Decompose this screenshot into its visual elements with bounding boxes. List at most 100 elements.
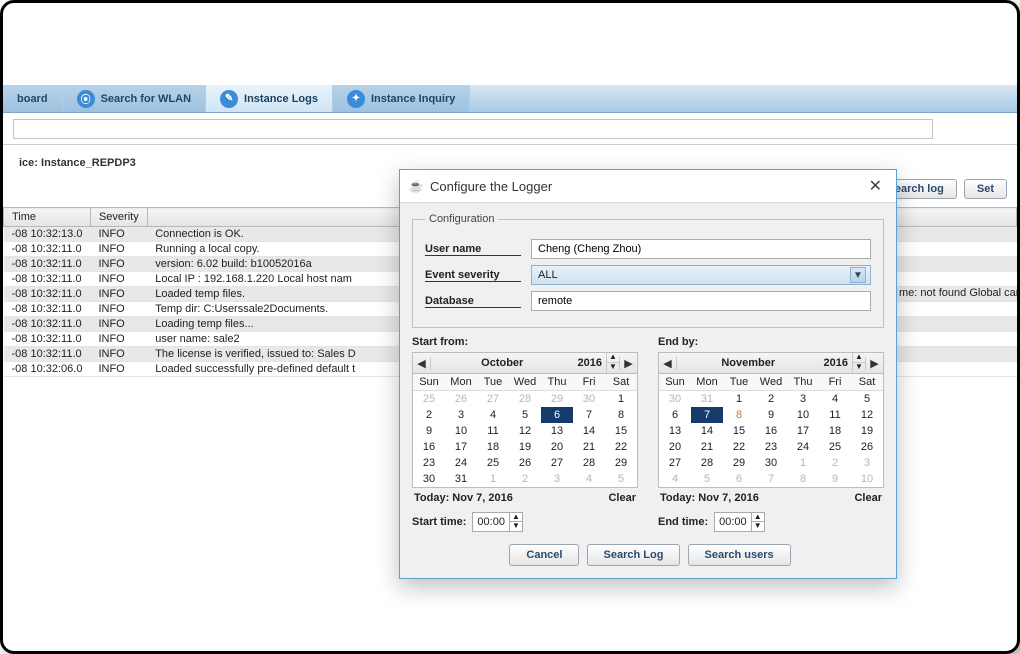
calendar-day[interactable]: 3 <box>541 471 573 487</box>
calendar-day[interactable]: 18 <box>819 423 851 439</box>
event-severity-select[interactable]: ALL ▼ <box>531 265 871 285</box>
filter-input[interactable] <box>13 119 933 139</box>
calendar-day[interactable]: 19 <box>509 439 541 455</box>
year-spinner[interactable]: ▲▼ <box>606 353 619 373</box>
calendar-day[interactable]: 2 <box>755 391 787 407</box>
prev-month-button[interactable]: ◀ <box>413 357 431 370</box>
calendar-day[interactable]: 28 <box>573 455 605 471</box>
calendar-day[interactable]: 1 <box>723 391 755 407</box>
calendar-day[interactable]: 7 <box>573 407 605 423</box>
start-time-input[interactable]: 00:00 ▲▼ <box>472 512 523 532</box>
calendar-day[interactable]: 21 <box>691 439 723 455</box>
calendar-day[interactable]: 29 <box>541 391 573 407</box>
calendar-day[interactable]: 29 <box>723 455 755 471</box>
calendar-day[interactable]: 17 <box>445 439 477 455</box>
calendar-day[interactable]: 21 <box>573 439 605 455</box>
calendar-day[interactable]: 14 <box>691 423 723 439</box>
calendar-day[interactable]: 4 <box>477 407 509 423</box>
calendar-day[interactable]: 3 <box>851 455 883 471</box>
calendar-day[interactable]: 25 <box>413 391 445 407</box>
close-icon[interactable]: ✕ <box>865 176 886 196</box>
calendar-day[interactable]: 30 <box>413 471 445 487</box>
next-month-button[interactable]: ▶ <box>619 357 637 370</box>
calendar-day[interactable]: 7 <box>755 471 787 487</box>
calendar-day[interactable]: 22 <box>723 439 755 455</box>
calendar-day[interactable]: 18 <box>477 439 509 455</box>
calendar-day[interactable]: 8 <box>605 407 637 423</box>
calendar-day[interactable]: 8 <box>787 471 819 487</box>
clear-button[interactable]: Clear <box>854 492 882 504</box>
calendar-day[interactable]: 25 <box>477 455 509 471</box>
calendar-day[interactable]: 12 <box>509 423 541 439</box>
calendar-day[interactable]: 6 <box>659 407 691 423</box>
cancel-button[interactable]: Cancel <box>509 544 579 566</box>
calendar-day[interactable]: 11 <box>819 407 851 423</box>
calendar-day[interactable]: 20 <box>659 439 691 455</box>
calendar-day[interactable]: 10 <box>787 407 819 423</box>
calendar-day[interactable]: 30 <box>573 391 605 407</box>
prev-month-button[interactable]: ◀ <box>659 357 677 370</box>
calendar-day[interactable]: 26 <box>445 391 477 407</box>
settings-button[interactable]: Set <box>964 179 1007 199</box>
calendar-day[interactable]: 27 <box>541 455 573 471</box>
calendar-day[interactable]: 6 <box>541 407 573 423</box>
calendar-day[interactable]: 27 <box>477 391 509 407</box>
calendar-day[interactable]: 2 <box>509 471 541 487</box>
col-severity[interactable]: Severity <box>90 208 147 227</box>
calendar-day[interactable]: 27 <box>659 455 691 471</box>
calendar-day[interactable]: 4 <box>819 391 851 407</box>
calendar-day[interactable]: 26 <box>851 439 883 455</box>
calendar-day[interactable]: 5 <box>851 391 883 407</box>
calendar-day[interactable]: 23 <box>755 439 787 455</box>
calendar-day[interactable]: 16 <box>413 439 445 455</box>
calendar-day[interactable]: 14 <box>573 423 605 439</box>
calendar-day[interactable]: 26 <box>509 455 541 471</box>
calendar-day[interactable]: 1 <box>605 391 637 407</box>
calendar-day[interactable]: 6 <box>723 471 755 487</box>
calendar-day[interactable]: 25 <box>819 439 851 455</box>
calendar-day[interactable]: 10 <box>851 471 883 487</box>
calendar-day[interactable]: 9 <box>755 407 787 423</box>
calendar-day[interactable]: 5 <box>691 471 723 487</box>
calendar-day[interactable]: 28 <box>509 391 541 407</box>
today-label[interactable]: Today: Nov 7, 2016 <box>660 492 759 504</box>
calendar-day[interactable]: 31 <box>445 471 477 487</box>
calendar-day[interactable]: 13 <box>659 423 691 439</box>
calendar-day[interactable]: 3 <box>445 407 477 423</box>
database-input[interactable] <box>531 291 871 311</box>
calendar-day[interactable]: 30 <box>659 391 691 407</box>
next-month-button[interactable]: ▶ <box>865 357 883 370</box>
calendar-day[interactable]: 4 <box>573 471 605 487</box>
calendar-day[interactable]: 19 <box>851 423 883 439</box>
calendar-day[interactable]: 23 <box>413 455 445 471</box>
col-time[interactable]: Time <box>4 208 91 227</box>
calendar-day[interactable]: 9 <box>413 423 445 439</box>
tab-search-wlan[interactable]: ⦿ Search for WLAN <box>63 85 206 112</box>
calendar-day[interactable]: 29 <box>605 455 637 471</box>
calendar-day[interactable]: 5 <box>605 471 637 487</box>
user-name-input[interactable] <box>531 239 871 259</box>
calendar-day[interactable]: 8 <box>723 407 755 423</box>
end-time-input[interactable]: 00:00 ▲▼ <box>714 512 765 532</box>
calendar-day[interactable]: 22 <box>605 439 637 455</box>
tab-dashboard[interactable]: board <box>3 85 63 112</box>
calendar-day[interactable]: 24 <box>445 455 477 471</box>
calendar-day[interactable]: 11 <box>477 423 509 439</box>
calendar-day[interactable]: 28 <box>691 455 723 471</box>
calendar-day[interactable]: 9 <box>819 471 851 487</box>
calendar-day[interactable]: 1 <box>787 455 819 471</box>
calendar-day[interactable]: 24 <box>787 439 819 455</box>
calendar-day[interactable]: 4 <box>659 471 691 487</box>
tab-instance-inquiry[interactable]: ✦ Instance Inquiry <box>333 85 470 112</box>
calendar-day[interactable]: 15 <box>605 423 637 439</box>
calendar-day[interactable]: 7 <box>691 407 723 423</box>
calendar-day[interactable]: 15 <box>723 423 755 439</box>
calendar-day[interactable]: 12 <box>851 407 883 423</box>
calendar-day[interactable]: 31 <box>691 391 723 407</box>
calendar-day[interactable]: 10 <box>445 423 477 439</box>
search-users-button[interactable]: Search users <box>688 544 791 566</box>
calendar-day[interactable]: 2 <box>413 407 445 423</box>
clear-button[interactable]: Clear <box>608 492 636 504</box>
today-label[interactable]: Today: Nov 7, 2016 <box>414 492 513 504</box>
year-spinner[interactable]: ▲▼ <box>852 353 865 373</box>
